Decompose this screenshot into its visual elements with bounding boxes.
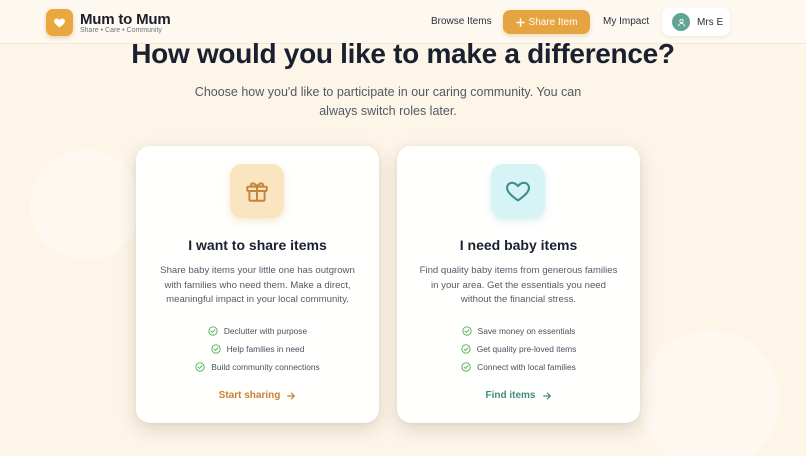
card-title: I want to share items xyxy=(188,237,327,253)
page-title: How would you like to make a difference? xyxy=(131,38,675,69)
feature-item: Connect with local families xyxy=(397,358,640,376)
nav-browse-items[interactable]: Browse Items xyxy=(431,16,492,27)
card-icon xyxy=(230,164,284,218)
plus-icon xyxy=(515,17,525,27)
check-circle-icon xyxy=(195,362,205,372)
check-circle-icon xyxy=(461,344,471,354)
feature-list: Save money on essentials Get quality pre… xyxy=(397,322,640,376)
card-title: I need baby items xyxy=(459,237,578,253)
cta-label: Find items xyxy=(485,390,536,401)
check-circle-icon xyxy=(208,326,218,336)
user-menu-button[interactable]: Mrs E xyxy=(662,8,730,36)
brand-name[interactable]: Mum to Mum xyxy=(80,11,171,28)
feature-list: Declutter with purpose Help families in … xyxy=(136,322,379,376)
feature-item: Declutter with purpose xyxy=(136,322,379,340)
page-subtitle: Choose how you'd like to participate in … xyxy=(194,85,582,118)
share-item-button[interactable]: Share Item xyxy=(503,10,590,34)
check-circle-icon xyxy=(211,344,221,354)
feature-label: Build community connections xyxy=(211,362,320,372)
avatar xyxy=(672,13,690,31)
feature-label: Help families in need xyxy=(226,344,305,354)
background-decoration xyxy=(30,150,140,260)
feature-item: Build community connections xyxy=(136,358,379,376)
feature-label: Connect with local families xyxy=(477,362,576,372)
arrow-right-icon xyxy=(287,392,296,399)
background-decoration xyxy=(640,330,780,456)
start-sharing-button[interactable]: Start sharing xyxy=(136,390,379,401)
share-item-label: Share Item xyxy=(528,16,578,28)
share-items-card[interactable]: I want to share items Share baby items y… xyxy=(136,146,379,423)
arrow-right-icon xyxy=(542,392,551,399)
heart-icon xyxy=(506,181,530,202)
cta-label: Start sharing xyxy=(218,390,281,401)
need-items-card[interactable]: I need baby items Find quality baby item… xyxy=(397,146,640,423)
user-icon xyxy=(677,18,685,26)
feature-label: Declutter with purpose xyxy=(223,326,308,336)
feature-label: Get quality pre-loved items xyxy=(476,344,577,354)
card-description: Share baby items your little one has out… xyxy=(160,265,355,306)
card-icon xyxy=(491,164,545,218)
gift-icon xyxy=(246,182,268,202)
feature-item: Get quality pre-loved items xyxy=(397,340,640,358)
card-description: Find quality baby items from generous fa… xyxy=(419,265,618,306)
find-items-button[interactable]: Find items xyxy=(397,390,640,401)
heart-icon xyxy=(54,18,65,28)
feature-label: Save money on essentials xyxy=(477,326,576,336)
check-circle-icon xyxy=(461,362,471,372)
user-name: Mrs E xyxy=(697,17,724,28)
feature-item: Help families in need xyxy=(136,340,379,358)
brand-logo[interactable] xyxy=(46,9,73,36)
nav-my-impact[interactable]: My Impact xyxy=(603,16,649,27)
check-circle-icon xyxy=(461,326,472,336)
feature-item: Save money on essentials xyxy=(397,322,640,340)
brand-tagline: Share • Care • Community xyxy=(80,27,162,34)
